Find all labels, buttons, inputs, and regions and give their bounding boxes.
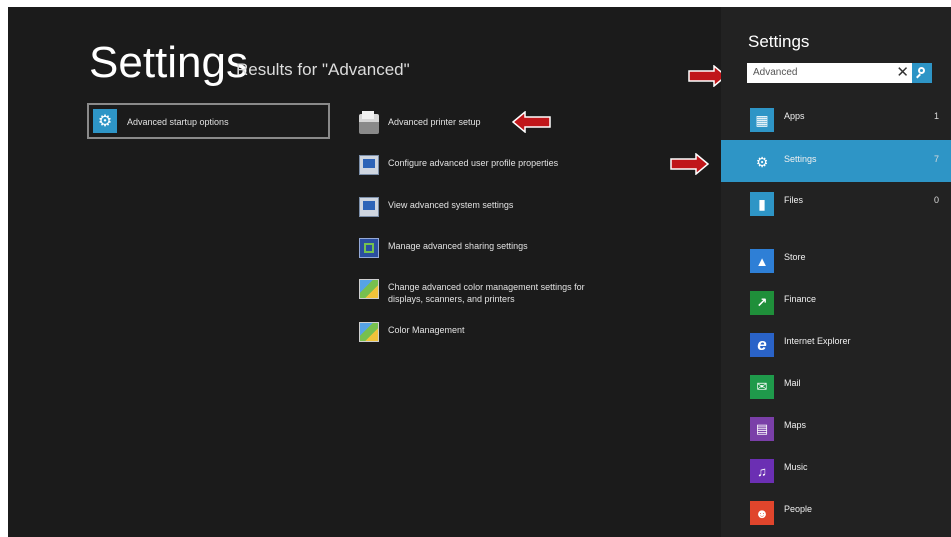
mail-icon: ✉ <box>750 375 774 399</box>
result-manage-sharing-settings[interactable]: Manage advanced sharing settings <box>359 238 528 258</box>
app-music[interactable]: ♫ Music <box>721 450 951 488</box>
network-icon <box>359 238 379 258</box>
app-label: Internet Explorer <box>784 336 851 346</box>
search-charm-pane: Settings Advanced ✕ ▦ Apps 1 ⚙ Settings … <box>721 7 951 537</box>
finance-icon: ↗ <box>750 291 774 315</box>
result-configure-user-profile[interactable]: Configure advanced user profile properti… <box>359 155 558 175</box>
gear-icon: ⚙ <box>755 153 769 170</box>
scope-label: Files <box>784 195 804 205</box>
pane-title: Settings <box>748 32 810 51</box>
scope-settings[interactable]: ⚙ Settings 7 <box>721 140 951 182</box>
search-input-value: Advanced <box>753 67 798 78</box>
app-label: Maps <box>784 420 807 430</box>
color-management-icon <box>359 322 379 342</box>
result-label: Advanced printer setup <box>388 117 481 127</box>
app-label: Store <box>784 252 806 262</box>
result-advanced-printer-setup[interactable]: Advanced printer setup <box>359 111 481 134</box>
page-title: Settings <box>89 38 248 87</box>
system-monitor-icon <box>359 197 379 217</box>
result-label: View advanced system settings <box>388 200 514 210</box>
system-monitor-icon <box>359 155 379 175</box>
internet-explorer-icon: e <box>750 333 774 357</box>
app-maps[interactable]: ▤ Maps <box>721 408 951 446</box>
result-label: Color Management <box>388 325 465 335</box>
result-color-management[interactable]: Color Management <box>359 322 465 342</box>
scope-files[interactable]: ▮ Files 0 <box>721 183 951 221</box>
app-internet-explorer[interactable]: e Internet Explorer <box>721 324 951 362</box>
right-arrow-annotation <box>670 153 709 175</box>
music-icon: ♫ <box>750 459 774 483</box>
scope-count: 7 <box>933 154 939 164</box>
app-label: Finance <box>784 294 817 304</box>
result-advanced-startup-options[interactable]: ⚙ Advanced startup options <box>87 103 330 139</box>
result-label: Configure advanced user profile properti… <box>388 158 559 168</box>
app-label: Music <box>784 462 808 472</box>
app-people[interactable]: ☻ People <box>721 492 951 530</box>
app-finance[interactable]: ↗ Finance <box>721 282 951 320</box>
scope-apps[interactable]: ▦ Apps 1 <box>721 99 951 137</box>
result-view-advanced-system-settings[interactable]: View advanced system settings <box>359 197 513 217</box>
printer-icon <box>359 111 379 134</box>
result-label: Advanced startup options <box>127 117 229 127</box>
app-label: People <box>784 504 813 514</box>
store-icon: ▲ <box>750 249 774 273</box>
result-label: Change advanced color management setting… <box>388 282 585 304</box>
maps-icon: ▤ <box>750 417 774 441</box>
apps-icon: ▦ <box>750 108 774 132</box>
scope-count: 0 <box>933 195 939 205</box>
color-management-icon <box>359 279 379 299</box>
file-icon: ▮ <box>750 192 774 216</box>
app-store[interactable]: ▲ Store <box>721 240 951 278</box>
scope-label: Settings <box>784 154 817 164</box>
result-change-color-management[interactable]: Change advanced color management setting… <box>359 279 599 305</box>
windows-8-screen: Settings Results for "Advanced" ⚙ Advanc… <box>8 7 951 537</box>
scope-label: Apps <box>784 111 805 121</box>
app-mail[interactable]: ✉ Mail <box>721 366 951 404</box>
result-label: Manage advanced sharing settings <box>388 241 528 251</box>
search-input[interactable]: Advanced ✕ <box>747 63 932 83</box>
search-results-subtitle: Results for "Advanced" <box>236 60 410 79</box>
app-label: Mail <box>784 378 801 388</box>
gear-icon: ⚙ <box>93 109 117 133</box>
people-icon: ☻ <box>750 501 774 525</box>
search-icon[interactable] <box>912 63 932 83</box>
left-arrow-annotation <box>512 111 551 133</box>
scope-count: 1 <box>933 111 939 121</box>
clear-icon[interactable]: ✕ <box>896 64 909 81</box>
